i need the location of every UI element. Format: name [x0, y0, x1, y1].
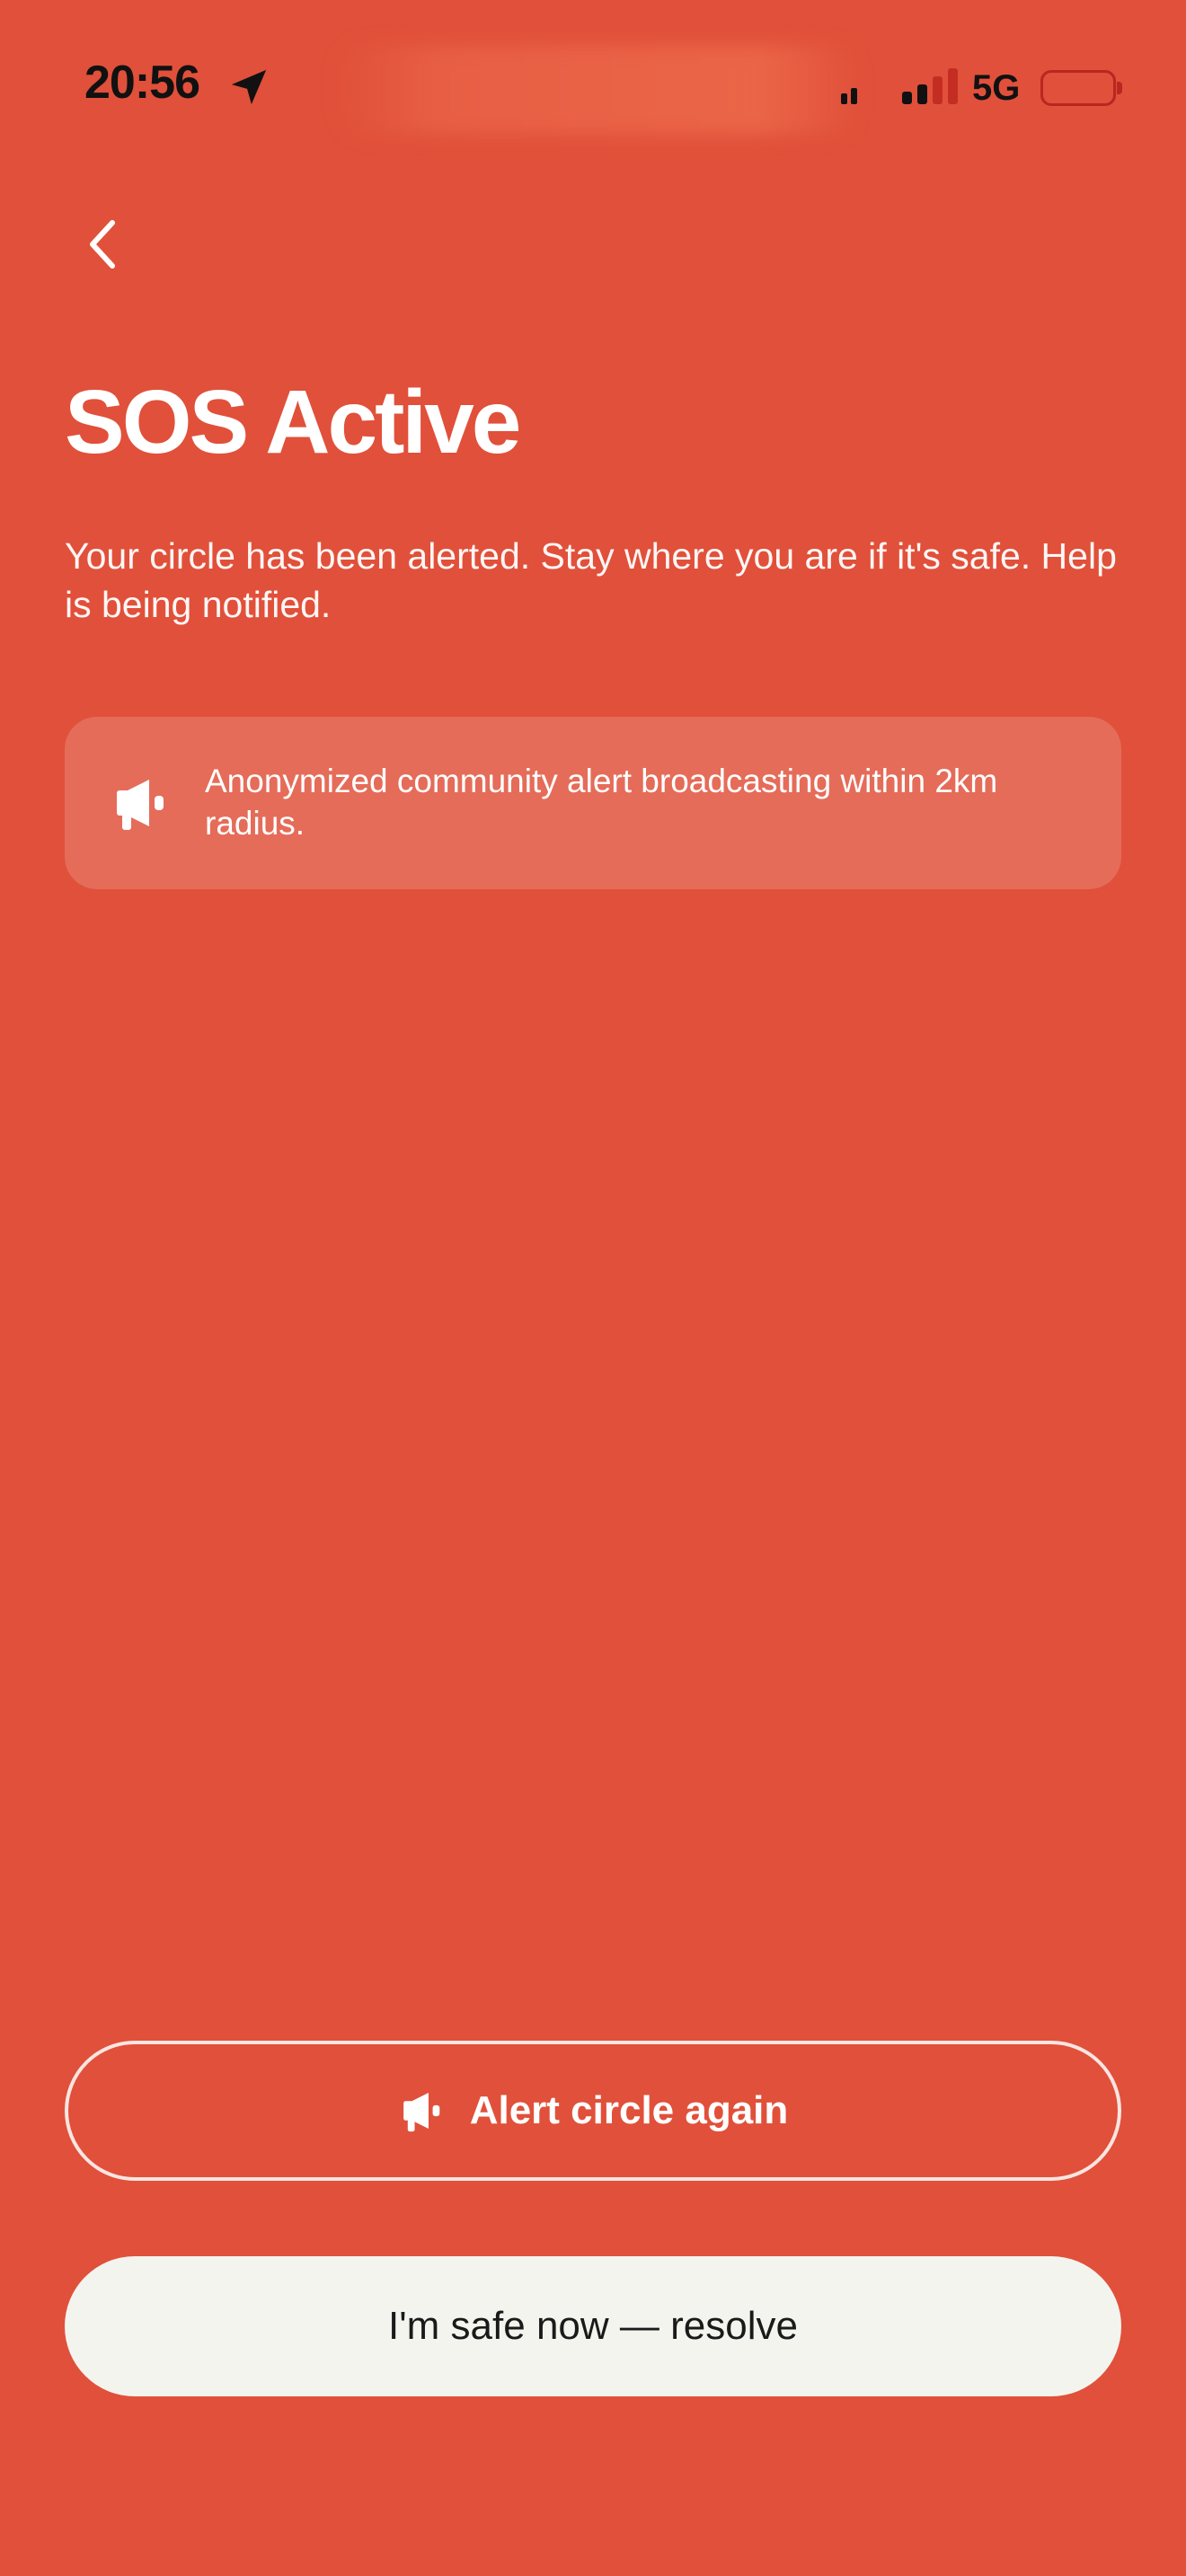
cellular-signal-icon — [902, 68, 958, 104]
resolve-label: I'm safe now — resolve — [388, 2304, 798, 2348]
network-type: 5G — [972, 68, 1021, 108]
page-title: SOS Active — [65, 372, 521, 472]
battery-low-icon — [1040, 70, 1116, 106]
chevron-left-icon — [90, 220, 115, 269]
location-arrow-icon — [231, 69, 267, 105]
megaphone-icon — [403, 2092, 439, 2132]
battery-nub — [1117, 82, 1122, 94]
page-subtitle: Your circle has been alerted. Stay where… — [65, 535, 1117, 625]
alert-circle-again-label: Alert circle again — [469, 2088, 789, 2132]
resolve-button[interactable]: I'm safe now — resolve — [65, 2256, 1121, 2396]
status-time: 20:56 — [84, 57, 200, 109]
community-alert-card: Anonymized community alert broadcasting … — [65, 717, 1121, 889]
back-button[interactable] — [72, 208, 135, 280]
secondary-signal-icon — [841, 88, 857, 104]
blurred-status-area — [332, 45, 863, 135]
megaphone-icon — [117, 780, 164, 830]
status-bar: 20:56 5G — [0, 0, 1186, 180]
community-alert-text: Anonymized community alert broadcasting … — [205, 763, 998, 842]
alert-circle-again-button[interactable]: Alert circle again — [65, 2041, 1121, 2181]
